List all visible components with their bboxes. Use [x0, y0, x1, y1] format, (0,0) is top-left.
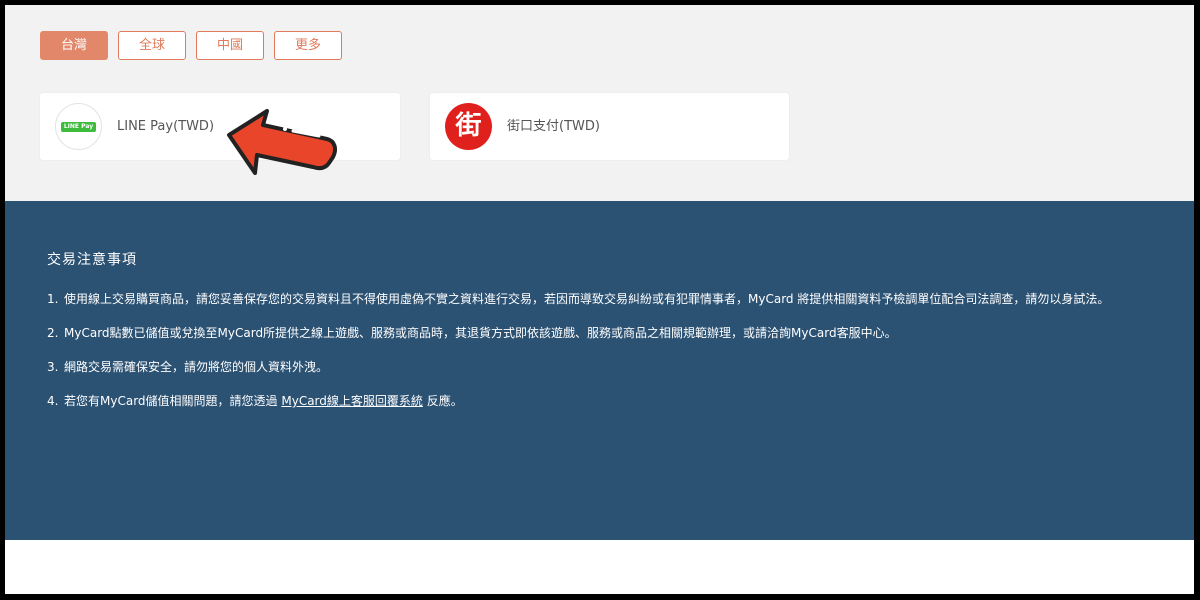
payment-card-label: 街口支付(TWD)	[507, 119, 600, 134]
payment-card-line-pay[interactable]: LINE Pay LINE Pay(TWD)	[40, 93, 400, 160]
notice-item-text: 使用線上交易購買商品，請您妥善保存您的交易資料且不得使用虛偽不實之資料進行交易，…	[64, 292, 1110, 306]
notice-item-text: 反應。	[426, 394, 463, 408]
page-frame: 台灣 全球 中國 更多 LINE Pay LINE Pay(TWD) 街 街口支…	[5, 5, 1194, 594]
line-pay-icon: LINE Pay	[55, 103, 102, 150]
notice-item-number: 2.	[47, 326, 59, 340]
notice-item: 2. MyCard點數已儲值或兌換至MyCard所提供之線上遊戲、服務或商品時，…	[47, 323, 1157, 343]
payment-selection-area: 台灣 全球 中國 更多 LINE Pay LINE Pay(TWD) 街 街口支…	[5, 5, 1194, 201]
notice-item: 4. 若您有MyCard儲值相關問題，請您透過 MyCard線上客服回覆系統 反…	[47, 391, 1157, 411]
payment-card-label: LINE Pay(TWD)	[117, 119, 215, 134]
notice-title: 交易注意事項	[47, 252, 137, 268]
notice-item-text: MyCard點數已儲值或兌換至MyCard所提供之線上遊戲、服務或商品時，其退貨…	[64, 326, 897, 340]
notice-item-text: 網路交易需確保安全，請勿將您的個人資料外洩。	[64, 360, 329, 374]
notice-item: 1. 使用線上交易購買商品，請您妥善保存您的交易資料且不得使用虛偽不實之資料進行…	[47, 289, 1157, 309]
notice-list: 1. 使用線上交易購買商品，請您妥善保存您的交易資料且不得使用虛偽不實之資料進行…	[47, 289, 1157, 425]
notice-item-number: 3.	[47, 360, 59, 374]
tab-global[interactable]: 全球	[118, 31, 186, 60]
tab-more[interactable]: 更多	[274, 31, 342, 60]
payment-card-jkopay[interactable]: 街 街口支付(TWD)	[430, 93, 789, 160]
notice-item: 3. 網路交易需確保安全，請勿將您的個人資料外洩。	[47, 357, 1157, 377]
jkopay-icon: 街	[445, 103, 492, 150]
customer-service-link[interactable]: MyCard線上客服回覆系統	[281, 394, 423, 408]
tab-taiwan[interactable]: 台灣	[40, 31, 108, 60]
tab-china[interactable]: 中國	[196, 31, 264, 60]
pointer-arrow-icon	[227, 109, 337, 175]
notice-item-number: 4.	[47, 394, 59, 408]
notice-item-text: 若您有MyCard儲值相關問題，請您透過	[64, 394, 278, 408]
line-pay-logo-text: LINE Pay	[61, 122, 96, 132]
notice-item-number: 1.	[47, 292, 59, 306]
transaction-notice-panel: 交易注意事項 1. 使用線上交易購買商品，請您妥善保存您的交易資料且不得使用虛偽…	[5, 201, 1194, 540]
region-tabs: 台灣 全球 中國 更多	[40, 31, 342, 60]
